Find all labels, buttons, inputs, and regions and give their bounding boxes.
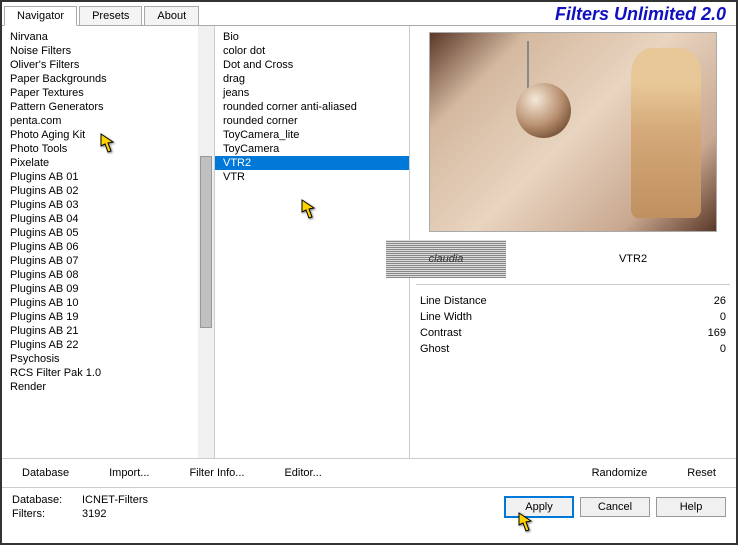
param-row[interactable]: Line Distance 26 [416, 293, 730, 309]
reset-button[interactable]: Reset [667, 463, 736, 483]
category-item[interactable]: Noise Filters [2, 44, 214, 58]
category-item[interactable]: Plugins AB 08 [2, 268, 214, 282]
category-item[interactable]: Plugins AB 09 [2, 282, 214, 296]
category-item[interactable]: Photo Tools [2, 142, 214, 156]
param-row[interactable]: Ghost 0 [416, 341, 730, 357]
param-row[interactable]: Contrast 169 [416, 325, 730, 341]
filter-item[interactable]: color dot [215, 44, 409, 58]
category-item[interactable]: Oliver's Filters [2, 58, 214, 72]
category-item[interactable]: RCS Filter Pak 1.0 [2, 366, 214, 380]
help-button[interactable]: Help [656, 497, 726, 517]
category-item[interactable]: Pixelate [2, 156, 214, 170]
category-list[interactable]: NirvanaNoise FiltersOliver's FiltersPape… [2, 26, 214, 458]
filters-count-label: Filters: [12, 508, 72, 520]
editor-button[interactable]: Editor... [264, 463, 341, 483]
category-item[interactable]: Plugins AB 02 [2, 184, 214, 198]
filter-item[interactable]: ToyCamera [215, 142, 409, 156]
main-content: NirvanaNoise FiltersOliver's FiltersPape… [2, 26, 736, 458]
category-item[interactable]: Plugins AB 22 [2, 338, 214, 352]
filter-info-button[interactable]: Filter Info... [169, 463, 264, 483]
scroll-thumb[interactable] [200, 156, 212, 329]
param-value: 0 [720, 311, 726, 323]
category-item[interactable]: Plugins AB 10 [2, 296, 214, 310]
footer: Database: ICNET-Filters Filters: 3192 Ap… [2, 487, 736, 526]
current-filter-label: VTR2 [536, 253, 730, 265]
filter-item[interactable]: Dot and Cross [215, 58, 409, 72]
parameter-list: Line Distance 26 Line Width 0 Contrast 169 Gho… [416, 293, 730, 357]
randomize-button[interactable]: Randomize [572, 463, 668, 483]
import-button[interactable]: Import... [89, 463, 169, 483]
category-item[interactable]: Paper Textures [2, 86, 214, 100]
category-list-panel: NirvanaNoise FiltersOliver's FiltersPape… [2, 26, 215, 458]
category-item[interactable]: penta.com [2, 114, 214, 128]
param-value: 26 [714, 295, 726, 307]
category-item[interactable]: Plugins AB 01 [2, 170, 214, 184]
param-row[interactable]: Line Width 0 [416, 309, 730, 325]
database-label: Database: [12, 494, 72, 506]
filter-item[interactable]: VTR2 [215, 156, 409, 170]
filters-count-value: 3192 [82, 508, 106, 520]
category-item[interactable]: Plugins AB 04 [2, 212, 214, 226]
category-item[interactable]: Pattern Generators [2, 100, 214, 114]
filter-name-row: claudia VTR2 [416, 240, 730, 278]
param-value: 169 [708, 327, 726, 339]
database-value: ICNET-Filters [82, 494, 148, 506]
toolbar: Database Import... Filter Info... Editor… [2, 458, 736, 487]
filter-item[interactable]: rounded corner anti-aliased [215, 100, 409, 114]
category-item[interactable]: Plugins AB 06 [2, 240, 214, 254]
param-value: 0 [720, 343, 726, 355]
category-item[interactable]: Plugins AB 21 [2, 324, 214, 338]
param-name: Line Width [420, 311, 472, 323]
category-item[interactable]: Plugins AB 19 [2, 310, 214, 324]
category-item[interactable]: Nirvana [2, 30, 214, 44]
tab-about[interactable]: About [144, 6, 199, 25]
preview-image [429, 32, 717, 232]
category-item[interactable]: Plugins AB 07 [2, 254, 214, 268]
category-item[interactable]: Photo Aging Kit [2, 128, 214, 142]
category-item[interactable]: Paper Backgrounds [2, 72, 214, 86]
cancel-button[interactable]: Cancel [580, 497, 650, 517]
divider [416, 284, 730, 285]
category-item[interactable]: Render [2, 380, 214, 394]
watermark: claudia [386, 240, 506, 278]
footer-info: Database: ICNET-Filters Filters: 3192 [12, 494, 148, 520]
category-item[interactable]: Plugins AB 03 [2, 198, 214, 212]
tab-presets[interactable]: Presets [79, 6, 142, 25]
app-title: Filters Unlimited 2.0 [555, 4, 726, 25]
filter-list[interactable]: Biocolor dotDot and Crossdragjeansrounde… [215, 26, 409, 458]
filter-item[interactable]: jeans [215, 86, 409, 100]
filter-list-panel: Biocolor dotDot and Crossdragjeansrounde… [215, 26, 410, 458]
filter-item[interactable]: rounded corner [215, 114, 409, 128]
filter-item[interactable]: ToyCamera_lite [215, 128, 409, 142]
database-button[interactable]: Database [2, 463, 89, 483]
filter-item[interactable]: VTR [215, 170, 409, 184]
param-name: Ghost [420, 343, 449, 355]
preview-sphere [516, 83, 571, 138]
filter-item[interactable]: drag [215, 72, 409, 86]
param-name: Contrast [420, 327, 462, 339]
filter-item[interactable]: Bio [215, 30, 409, 44]
category-item[interactable]: Plugins AB 05 [2, 226, 214, 240]
footer-buttons: Apply Cancel Help [504, 496, 726, 518]
tab-navigator[interactable]: Navigator [4, 6, 77, 26]
category-item[interactable]: Psychosis [2, 352, 214, 366]
param-name: Line Distance [420, 295, 487, 307]
preview-pane: claudia VTR2 Line Distance 26 Line Width 0 C… [410, 26, 736, 458]
category-scrollbar[interactable] [198, 26, 214, 458]
preview-figure [631, 48, 701, 218]
apply-button[interactable]: Apply [504, 496, 574, 518]
